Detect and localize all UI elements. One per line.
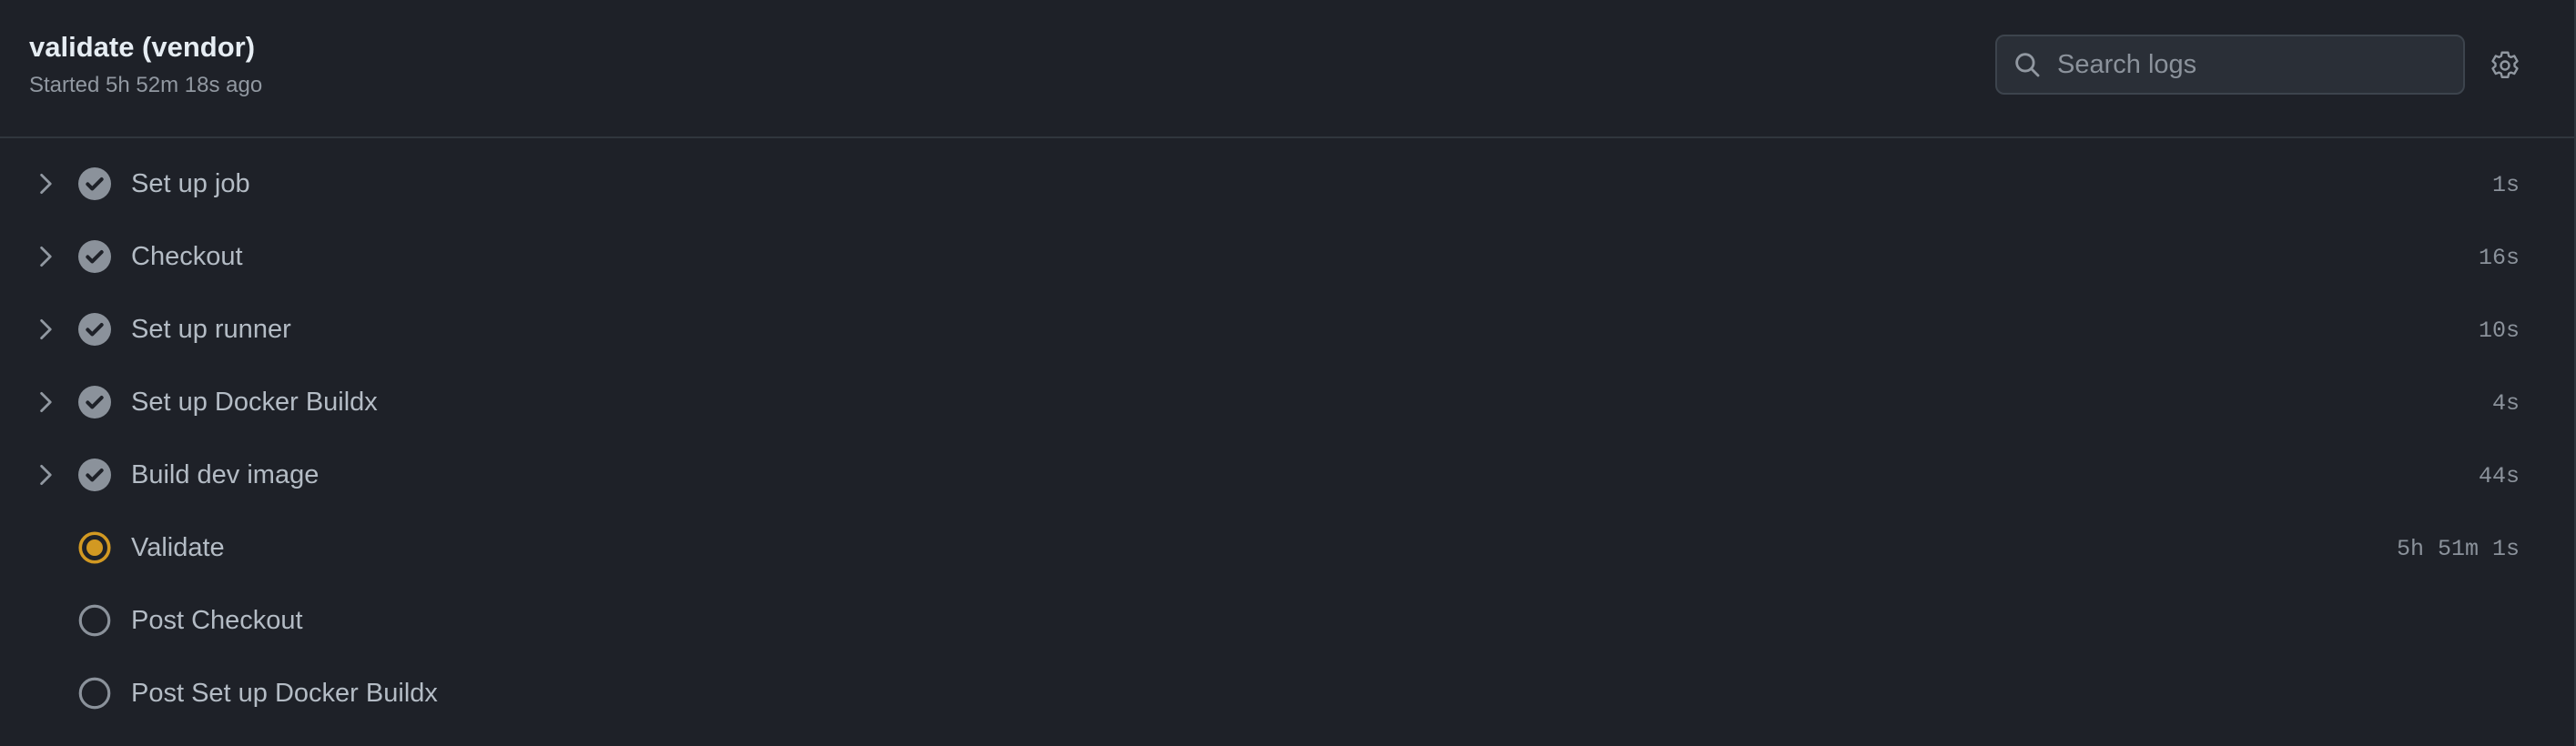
search-input[interactable] (2043, 36, 2463, 93)
check-circle-icon (78, 459, 111, 491)
step-duration: 1s (2491, 172, 2520, 198)
step-row-set-up-runner[interactable]: Set up runner 10s (0, 295, 2574, 368)
chevron-right-icon (40, 391, 52, 413)
step-label: Set up job (131, 169, 250, 198)
step-duration: 4s (2491, 390, 2520, 417)
step-list: Set up job 1s Checkout 16s Set up runner… (0, 149, 2574, 731)
gear-icon (2491, 51, 2519, 78)
step-row-post-set-up-docker-buildx[interactable]: Post Set up Docker Buildx (0, 659, 2574, 731)
check-circle-icon (78, 167, 111, 200)
pending-circle-icon (78, 604, 111, 637)
chevron-right-icon (40, 464, 52, 486)
chevron-right-icon (40, 318, 52, 340)
step-label: Build dev image (131, 460, 319, 489)
step-row-post-checkout[interactable]: Post Checkout (0, 586, 2574, 659)
step-duration: 5h 51m 1s (2396, 536, 2520, 562)
job-started-time: Started 5h 52m 18s ago (29, 73, 263, 97)
step-row-checkout[interactable]: Checkout 16s (0, 222, 2574, 295)
check-circle-icon (78, 240, 111, 273)
step-row-validate[interactable]: Validate 5h 51m 1s (0, 513, 2574, 586)
check-circle-icon (78, 313, 111, 346)
step-label: Post Checkout (131, 606, 303, 635)
step-duration: 44s (2478, 463, 2520, 489)
job-header: validate (vendor) Started 5h 52m 18s ago (0, 0, 2574, 138)
step-label: Set up runner (131, 315, 291, 344)
step-duration: 10s (2478, 318, 2520, 344)
pending-circle-icon (78, 677, 111, 710)
in-progress-icon (78, 531, 111, 564)
search-icon (2015, 53, 2040, 77)
step-label: Validate (131, 533, 225, 562)
step-row-build-dev-image[interactable]: Build dev image 44s (0, 440, 2574, 513)
step-duration: 16s (2478, 245, 2520, 271)
step-row-set-up-job[interactable]: Set up job 1s (0, 149, 2574, 222)
step-label: Set up Docker Buildx (131, 388, 378, 417)
job-title: validate (vendor) (29, 31, 256, 63)
chevron-right-icon (40, 173, 52, 195)
job-log-panel: validate (vendor) Started 5h 52m 18s ago (0, 0, 2576, 746)
settings-button[interactable] (2487, 47, 2523, 84)
check-circle-icon (78, 386, 111, 418)
step-label: Checkout (131, 242, 243, 271)
chevron-right-icon (40, 246, 52, 267)
step-label: Post Set up Docker Buildx (131, 679, 438, 708)
step-row-set-up-docker-buildx[interactable]: Set up Docker Buildx 4s (0, 368, 2574, 440)
search-box[interactable] (1995, 35, 2465, 95)
